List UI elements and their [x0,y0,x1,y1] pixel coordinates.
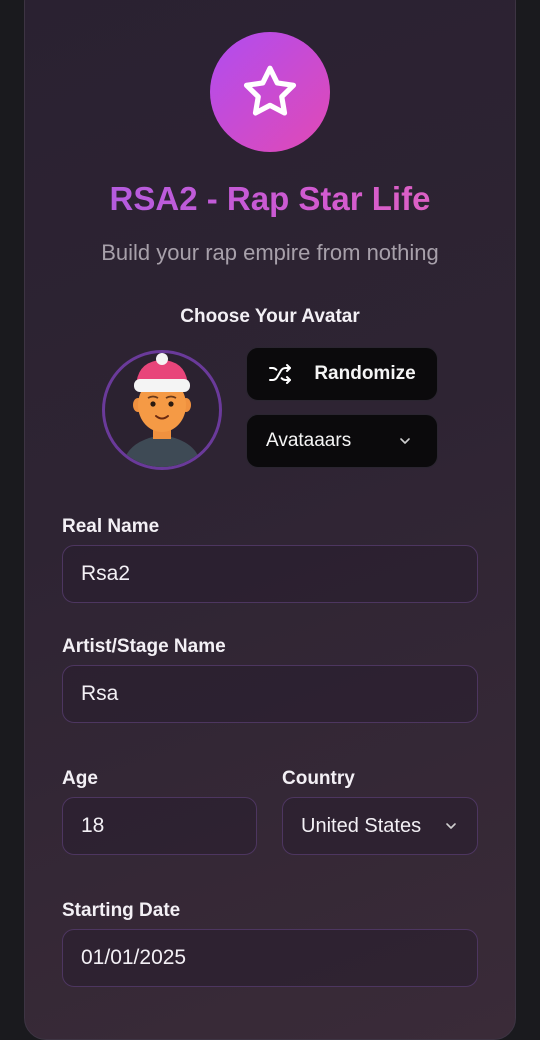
real-name-value: Rsa2 [81,562,131,585]
stage-name-label: Artist/Stage Name [62,636,226,657]
avatar-preview[interactable] [102,350,222,470]
app-logo [210,32,330,152]
starting-date-input[interactable]: 01/01/2025 [62,929,478,987]
randomize-label: Randomize [314,363,416,384]
randomize-button[interactable]: Randomize [246,347,438,401]
age-label: Age [62,768,98,789]
shuffle-icon [268,362,292,386]
avatar-style-select[interactable]: Avataaars [246,414,438,468]
app-subtitle: Build your rap empire from nothing [101,240,439,265]
real-name-input[interactable]: Rsa2 [62,545,478,603]
chevron-down-icon [397,433,413,449]
age-value: 18 [81,814,105,837]
country-select[interactable]: United States [282,797,478,855]
avatar-illustration [123,353,201,467]
chevron-down-icon [443,818,459,834]
avatar-section-label: Choose Your Avatar [180,306,360,327]
starting-date-label: Starting Date [62,900,181,921]
avatar-style-value: Avataaars [266,430,352,451]
starting-date-value: 01/01/2025 [81,946,187,969]
stage-name-input[interactable]: Rsa [62,665,478,723]
country-label: Country [282,768,355,789]
age-input[interactable]: 18 [62,797,257,855]
real-name-label: Real Name [62,516,160,537]
stage-name-value: Rsa [81,682,119,705]
country-value: United States [301,814,422,837]
star-icon [239,61,301,123]
app-title: RSA2 - Rap Star Life [0,180,540,218]
